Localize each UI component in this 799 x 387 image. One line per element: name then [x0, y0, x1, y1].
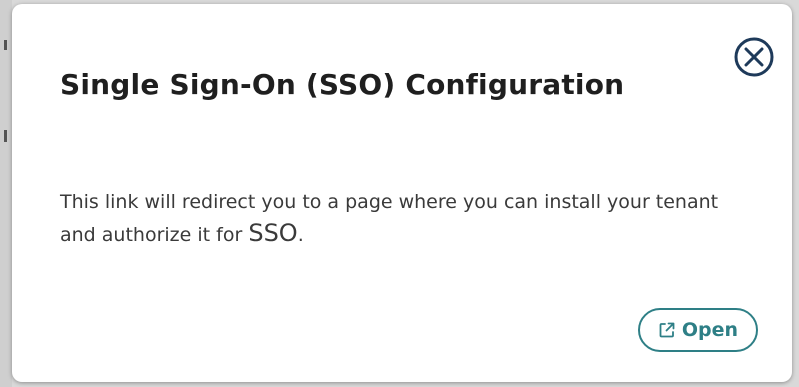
- external-link-icon: [658, 321, 676, 339]
- close-circle-x-icon: [734, 37, 774, 77]
- dialog-title: Single Sign-On (SSO) Configuration: [60, 68, 625, 101]
- dialog-description: This link will redirect you to a page wh…: [60, 187, 740, 251]
- open-button[interactable]: Open: [638, 308, 758, 352]
- background-tick: [4, 40, 7, 50]
- description-text: This link will redirect you to a page wh…: [60, 191, 719, 246]
- background-edge: [0, 0, 12, 387]
- description-sso-term: SSO: [248, 219, 298, 247]
- background-tick: [4, 130, 7, 142]
- open-button-label: Open: [681, 319, 739, 341]
- close-button[interactable]: [733, 36, 775, 78]
- description-period: .: [297, 224, 304, 246]
- sso-dialog: Single Sign-On (SSO) Configuration This …: [12, 4, 792, 382]
